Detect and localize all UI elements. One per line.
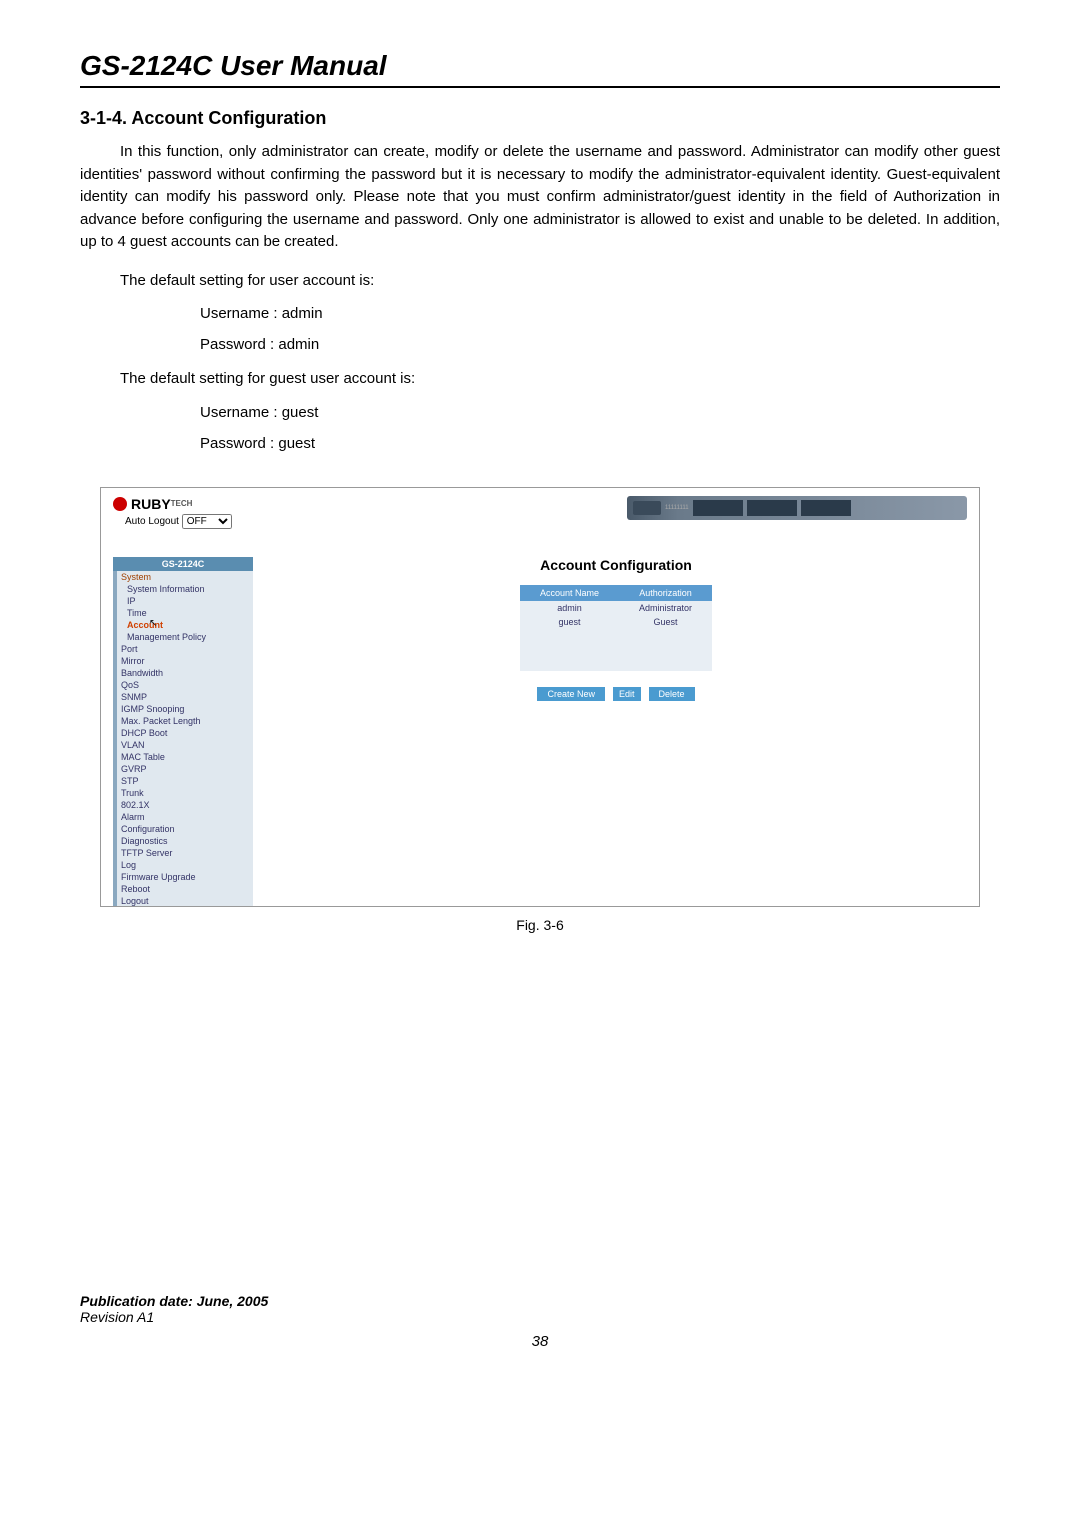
switch-panel (633, 501, 661, 515)
footer: Publication date: June, 2005 Revision A1… (80, 1293, 1000, 1350)
guest-username: Username : guest (200, 399, 1000, 426)
page-header: GS-2124C User Manual (80, 50, 1000, 88)
cell-authorization: Administrator (619, 601, 712, 615)
manual-title: GS-2124C User Manual (80, 50, 1000, 88)
page-number: 38 (80, 1333, 1000, 1350)
screenshot: RUBY TECH Auto Logout OFF 11111111 GS-21… (100, 487, 980, 907)
sidebar-item-diagnostics[interactable]: Diagnostics (113, 835, 253, 847)
sidebar-item-system-information[interactable]: System Information (113, 583, 253, 595)
account-config-title: Account Configuration (283, 557, 949, 573)
sidebar: GS-2124C SystemSystem InformationIPTimeA… (113, 557, 253, 907)
section-title: 3-1-4. Account Configuration (80, 108, 1000, 129)
main-content: Account Configuration Account Name Autho… (253, 557, 979, 907)
sidebar-item-port[interactable]: Port (113, 643, 253, 655)
table-row[interactable]: guestGuest (520, 615, 712, 629)
sidebar-item-dhcp-boot[interactable]: DHCP Boot (113, 727, 253, 739)
sidebar-item-firmware-upgrade[interactable]: Firmware Upgrade (113, 871, 253, 883)
create-new-button[interactable]: Create New (537, 687, 605, 701)
user-username: Username : admin (200, 300, 1000, 327)
action-buttons: Create New Edit Delete (283, 687, 949, 701)
port-block-2 (747, 500, 797, 516)
table-row-empty (520, 643, 712, 657)
figure-caption: Fig. 3-6 (80, 917, 1000, 933)
sidebar-item-igmp-snooping[interactable]: IGMP Snooping (113, 703, 253, 715)
section-body: In this function, only administrator can… (80, 141, 1000, 254)
screenshot-body: GS-2124C SystemSystem InformationIPTimeA… (101, 557, 979, 907)
user-password: Password : admin (200, 331, 1000, 358)
edit-button[interactable]: Edit (613, 687, 641, 701)
sidebar-item-log[interactable]: Log (113, 859, 253, 871)
sidebar-item-logout[interactable]: Logout (113, 895, 253, 907)
table-row[interactable]: adminAdministrator (520, 601, 712, 615)
sidebar-item-vlan[interactable]: VLAN (113, 739, 253, 751)
sidebar-item-time[interactable]: Time (113, 607, 253, 619)
sidebar-item-management-policy[interactable]: Management Policy (113, 631, 253, 643)
sidebar-item-mac-table[interactable]: MAC Table (113, 751, 253, 763)
port-block-3 (801, 500, 851, 516)
sidebar-item-ip[interactable]: IP (113, 595, 253, 607)
sidebar-item-max-packet-length[interactable]: Max. Packet Length (113, 715, 253, 727)
sidebar-item-mirror[interactable]: Mirror (113, 655, 253, 667)
auto-logout-label: Auto Logout (125, 516, 179, 527)
cell-account-name: admin (520, 601, 619, 615)
sidebar-item-stp[interactable]: STP (113, 775, 253, 787)
auto-logout-select[interactable]: OFF (182, 514, 232, 529)
default-guest-label: The default setting for guest user accou… (80, 368, 1000, 391)
screenshot-header: RUBY TECH Auto Logout OFF 11111111 (101, 488, 979, 537)
auto-logout: Auto Logout OFF (125, 514, 232, 529)
ruby-logo: RUBY TECH (113, 496, 232, 512)
th-authorization: Authorization (619, 585, 712, 601)
sidebar-title: GS-2124C (113, 557, 253, 571)
section: 3-1-4. Account Configuration In this fun… (80, 108, 1000, 457)
cursor-icon: ↖ (149, 618, 157, 629)
port-block-1 (693, 500, 743, 516)
sidebar-item-alarm[interactable]: Alarm (113, 811, 253, 823)
ruby-suffix: TECH (171, 499, 193, 508)
delete-button[interactable]: Delete (649, 687, 695, 701)
sidebar-item-system[interactable]: System (113, 571, 253, 583)
sidebar-item-gvrp[interactable]: GVRP (113, 763, 253, 775)
footer-publication: Publication date: June, 2005 (80, 1293, 1000, 1309)
sidebar-item-802-1x[interactable]: 802.1X (113, 799, 253, 811)
footer-revision: Revision A1 (80, 1309, 1000, 1325)
ruby-icon (113, 497, 127, 511)
switch-image: 11111111 (627, 496, 967, 520)
ruby-text: RUBY (131, 496, 171, 512)
guest-password: Password : guest (200, 430, 1000, 457)
sidebar-item-configuration[interactable]: Configuration (113, 823, 253, 835)
sidebar-item-reboot[interactable]: Reboot (113, 883, 253, 895)
sidebar-item-account[interactable]: Account (113, 619, 253, 631)
sidebar-item-snmp[interactable]: SNMP (113, 691, 253, 703)
account-table: Account Name Authorization adminAdminist… (520, 585, 712, 671)
cell-account-name: guest (520, 615, 619, 629)
sidebar-item-bandwidth[interactable]: Bandwidth (113, 667, 253, 679)
cell-authorization: Guest (619, 615, 712, 629)
sidebar-item-trunk[interactable]: Trunk (113, 787, 253, 799)
table-row-empty (520, 629, 712, 643)
th-account-name: Account Name (520, 585, 619, 601)
sidebar-item-tftp-server[interactable]: TFTP Server (113, 847, 253, 859)
table-row-empty (520, 657, 712, 671)
sidebar-item-qos[interactable]: QoS (113, 679, 253, 691)
default-user-label: The default setting for user account is: (80, 270, 1000, 293)
